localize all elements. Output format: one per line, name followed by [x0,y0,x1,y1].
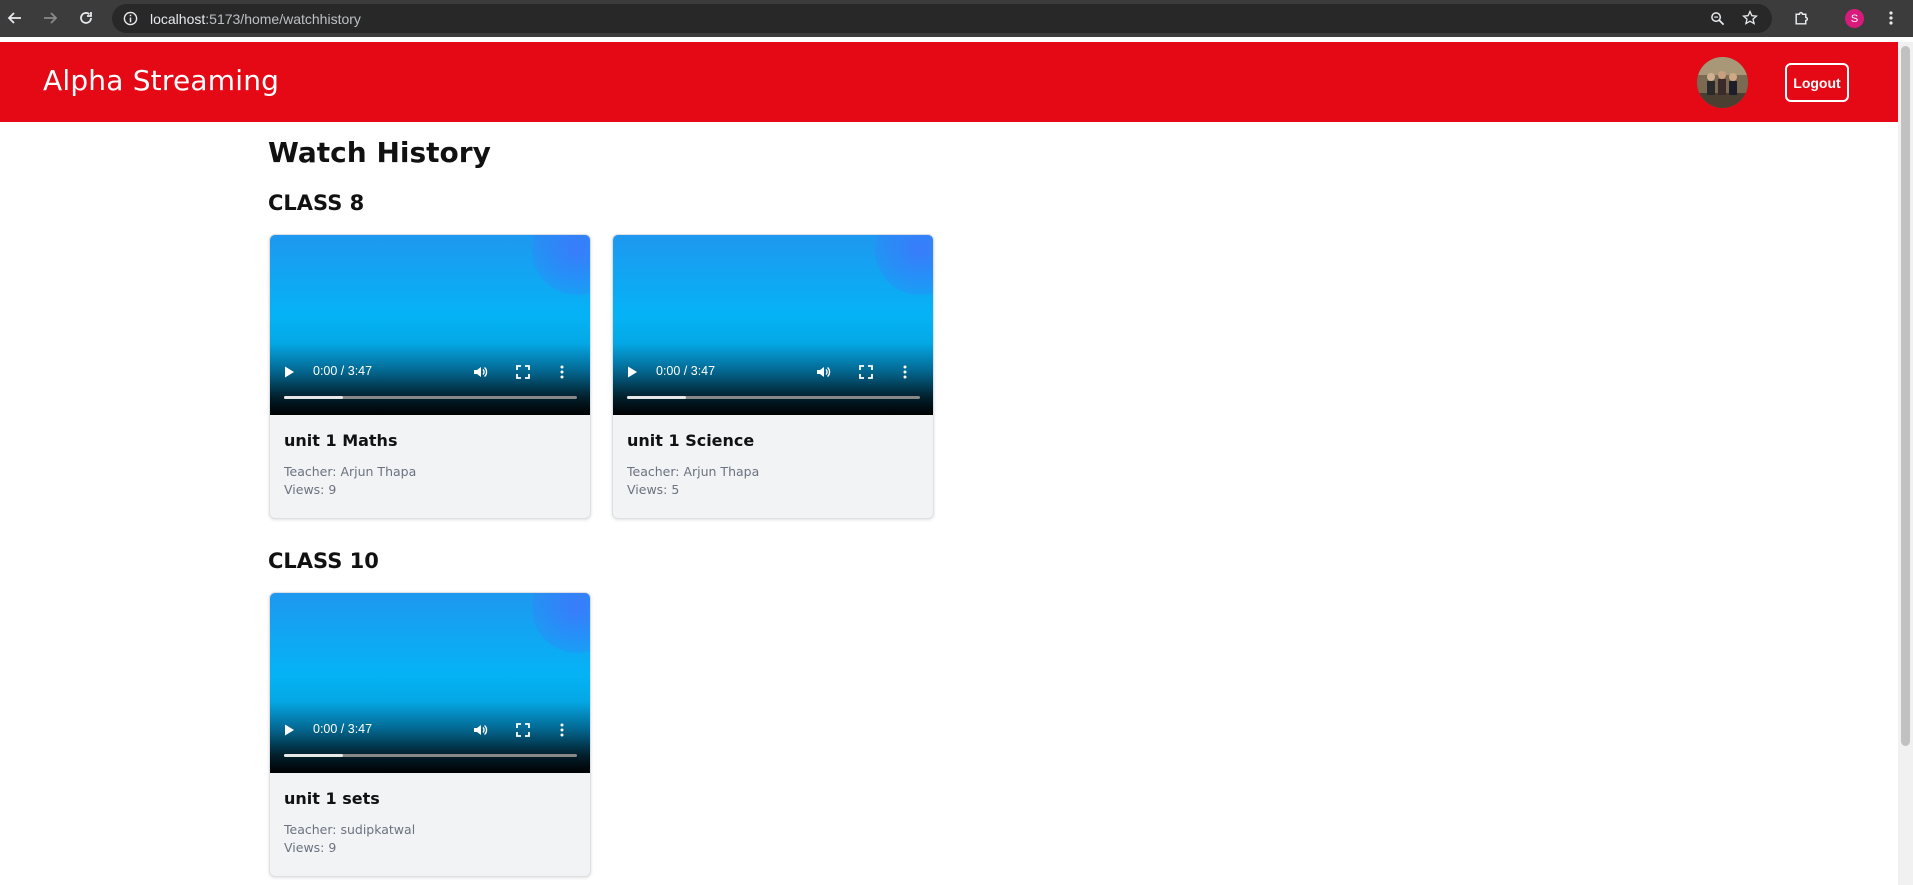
video-controls: 0:00 / 3:47 [270,357,590,387]
play-icon[interactable] [282,363,296,381]
video-controls: 0:00 / 3:47 [613,357,933,387]
video-teacher: Teacher: sudipkatwal [284,822,416,837]
profile-avatar-icon[interactable]: S [1845,9,1864,28]
video-player[interactable]: 0:00 / 3:47 [270,593,590,773]
video-teacher: Teacher: Arjun Thapa [284,464,417,479]
video-controls: 0:00 / 3:47 [270,715,590,745]
video-player[interactable]: 0:00 / 3:47 [270,235,590,415]
video-title[interactable]: unit 1 Science [627,431,754,450]
video-progress-bar[interactable] [284,396,577,399]
video-card: 0:00 / 3:47 unit 1 Maths Teacher: Arjun … [269,234,591,519]
volume-icon[interactable] [472,721,488,739]
fullscreen-icon[interactable] [516,363,530,381]
logout-button[interactable]: Logout [1785,63,1849,102]
video-frame-highlight [875,235,933,295]
address-bar[interactable]: localhost:5173/home/watchhistory [112,4,1772,33]
video-more-options-icon[interactable] [560,721,564,739]
video-progress-buffered [627,396,686,399]
video-player[interactable]: 0:00 / 3:47 [613,235,933,415]
video-time: 0:00 / 3:47 [656,364,716,378]
back-icon[interactable] [4,7,26,29]
bookmark-star-icon[interactable] [1741,9,1759,31]
video-title[interactable]: unit 1 Maths [284,431,397,450]
url-path: :5173/home/watchhistory [205,11,361,27]
volume-icon[interactable] [472,363,488,381]
fullscreen-icon[interactable] [516,721,530,739]
video-progress-buffered [284,754,343,757]
video-card: 0:00 / 3:47 unit 1 Science Teacher: Arju… [612,234,934,519]
url-host: localhost [150,11,206,27]
browser-menu-icon[interactable] [1880,7,1902,29]
zoom-icon[interactable] [1710,11,1725,31]
reload-icon[interactable] [75,7,97,29]
video-progress-bar[interactable] [284,754,577,757]
extensions-icon[interactable] [1790,7,1812,29]
volume-icon[interactable] [815,363,831,381]
fullscreen-icon[interactable] [859,363,873,381]
video-progress-bar[interactable] [627,396,920,399]
video-views: Views: 5 [627,482,680,497]
play-icon[interactable] [625,363,639,381]
app-title[interactable]: Alpha Streaming [43,64,279,97]
browser-toolbar: localhost:5173/home/watchhistory S [0,0,1913,37]
video-time: 0:00 / 3:47 [313,364,373,378]
video-frame-highlight [532,593,590,653]
video-progress-buffered [284,396,343,399]
avatar[interactable] [1697,57,1748,108]
page-scrollbar-thumb[interactable] [1901,46,1910,746]
video-title[interactable]: unit 1 sets [284,789,380,808]
url-text: localhost:5173/home/watchhistory [150,11,361,27]
section-title-class-10: CLASS 10 [268,549,379,573]
page-title: Watch History [268,136,491,169]
video-views: Views: 9 [284,840,337,855]
video-more-options-icon[interactable] [560,363,564,381]
app-header: Alpha Streaming Logout [0,42,1898,122]
forward-icon[interactable] [39,7,61,29]
play-icon[interactable] [282,721,296,739]
video-teacher: Teacher: Arjun Thapa [627,464,760,479]
site-info-icon[interactable] [123,11,138,31]
video-more-options-icon[interactable] [903,363,907,381]
video-views: Views: 9 [284,482,337,497]
video-time: 0:00 / 3:47 [313,722,373,736]
video-card: 0:00 / 3:47 unit 1 sets Teacher: sudipka… [269,592,591,877]
section-title-class-8: CLASS 8 [268,191,365,215]
video-frame-highlight [532,235,590,295]
